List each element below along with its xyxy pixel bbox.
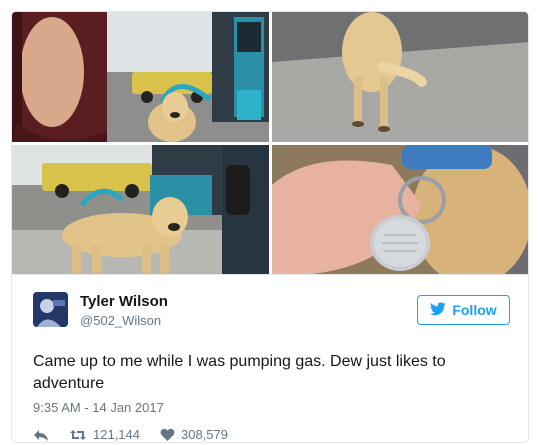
reply-icon — [33, 428, 49, 442]
tweet-actions: 121,144 308,579 — [33, 427, 248, 442]
bird-icon — [430, 301, 447, 319]
retweet-icon — [69, 428, 87, 442]
tweet-text: Came up to me while I was pumping gas. D… — [33, 353, 446, 392]
follow-button[interactable]: Follow — [417, 295, 510, 325]
author-name[interactable]: Tyler Wilson — [80, 293, 168, 310]
like-count: 308,579 — [181, 427, 228, 442]
photo-dog-tag-in-hand[interactable] — [272, 145, 528, 274]
follow-label: Follow — [452, 302, 497, 318]
reply-button[interactable] — [33, 428, 49, 442]
timestamp[interactable]: 9:35 AM - 14 Jan 2017 — [33, 400, 164, 415]
like-button[interactable]: 308,579 — [160, 427, 228, 442]
retweet-button[interactable]: 121,144 — [69, 427, 140, 442]
avatar[interactable] — [33, 292, 68, 327]
photo-selfie-with-dog[interactable] — [12, 12, 269, 142]
photo-dog-at-pump[interactable] — [12, 145, 269, 274]
photo-dog-from-behind[interactable] — [272, 12, 528, 142]
photo-grid — [12, 12, 528, 274]
heart-icon — [160, 428, 175, 442]
tweet-card: Tyler Wilson @502_Wilson Follow Came up … — [11, 11, 529, 443]
author-handle[interactable]: @502_Wilson — [80, 313, 161, 328]
tweet-body: Tyler Wilson @502_Wilson Follow Came up … — [12, 274, 528, 442]
retweet-count: 121,144 — [93, 427, 140, 442]
